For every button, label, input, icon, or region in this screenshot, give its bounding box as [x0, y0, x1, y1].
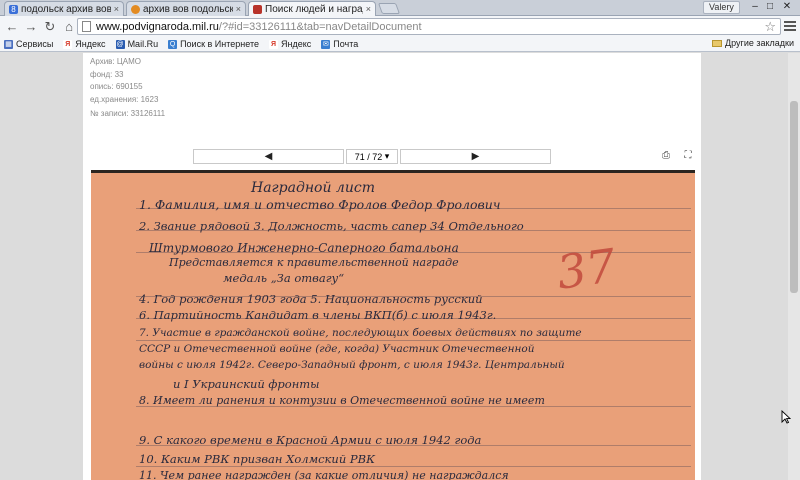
bookmark-search[interactable]: Q Поиск в Интернете — [168, 39, 259, 49]
bookmarks-bar: ▦ Сервисы Я Яндекс @ Mail.Ru Q Поиск в Интер… — [0, 37, 800, 52]
document-scan: Наградной лист 1. Фамилия, имя и отчеств… — [91, 170, 695, 480]
handwritten-line: 11. Чем ранее награжден (за какие отличи… — [139, 469, 509, 480]
handwritten-line: Представляется к правительственной награ… — [169, 256, 459, 269]
tab-2[interactable]: архив вов подольск — × — [126, 1, 246, 16]
handwritten-line: и I Украинский фронты — [173, 377, 320, 391]
record-number: № записи: 33126111 — [90, 109, 166, 118]
chevron-left-icon: ◀ — [264, 151, 273, 162]
minimize-icon[interactable]: – — [748, 1, 762, 14]
handwritten-line: Наградной лист — [251, 180, 375, 196]
handwritten-line: СССР и Отечественной войне (где, когда) … — [139, 343, 535, 355]
tab-close-icon[interactable]: × — [236, 4, 241, 14]
bookmark-mail[interactable]: ✉ Почта — [321, 39, 358, 49]
red-pencil-number: 37 — [553, 238, 620, 300]
page-viewport: Архив: ЦАМО фонд: 33 опись: 690155 ед.хр… — [0, 53, 800, 480]
handwritten-line: 8. Имеет ли ранения и контузии в Отечест… — [139, 394, 545, 407]
tab-title: Поиск людей и наград. — [265, 3, 363, 15]
chevron-right-icon: ▶ — [471, 151, 480, 162]
handwritten-line: 9. С какого времени в Красной Армии с ию… — [139, 433, 482, 447]
ruled-line — [136, 466, 691, 467]
reload-icon[interactable]: ↻ — [42, 19, 58, 35]
tab-title: архив вов подольск — — [143, 3, 233, 15]
mail-icon: @ — [115, 39, 125, 49]
print-icon[interactable]: ⎙ — [660, 150, 672, 162]
prev-page-button[interactable]: ◀ — [193, 149, 344, 164]
tab-favicon-icon: 8 — [9, 4, 18, 14]
folder-icon — [712, 39, 723, 47]
back-icon[interactable]: ← — [4, 19, 20, 35]
bookmark-services[interactable]: ▦ Сервисы — [4, 39, 53, 49]
handwritten-line: 2. Звание рядовой 3. Должность, часть са… — [139, 219, 524, 233]
address-bar[interactable]: www.podvignaroda.mil.ru/?#id=33126111&ta… — [77, 18, 781, 35]
apps-icon: ▦ — [4, 39, 13, 49]
mail-icon: ✉ — [321, 39, 331, 49]
tab-1[interactable]: 8 подольск архив вов - П × — [4, 1, 124, 16]
url-path: /?#id=33126111&tab=navDetailDocument — [218, 20, 422, 33]
tab-3-active[interactable]: Поиск людей и наград. × — [248, 1, 376, 16]
bookmark-mailru[interactable]: @ Mail.Ru — [115, 39, 158, 49]
mouse-cursor-icon — [781, 410, 791, 424]
menu-icon[interactable] — [784, 19, 796, 33]
caret-down-icon: ▾ — [384, 151, 390, 161]
browser-toolbar: ← → ↻ ⌂ www.podvignaroda.mil.ru/?#id=331… — [0, 16, 800, 37]
new-tab-button[interactable] — [377, 3, 401, 14]
bookmark-star-icon[interactable]: ☆ — [764, 19, 776, 35]
handwritten-line: войны с июля 1942г. Северо-Западный фрон… — [139, 359, 565, 371]
maximize-icon[interactable]: □ — [763, 1, 777, 14]
handwritten-line: 7. Участие в гражданской войне, последую… — [139, 327, 582, 339]
yandex-icon: Я — [268, 39, 278, 49]
handwritten-line: Штурмового Инженерно-Саперного батальона — [149, 241, 459, 255]
forward-icon[interactable]: → — [23, 19, 39, 35]
bookmark-yandex-2[interactable]: Я Яндекс — [268, 39, 311, 49]
tab-favicon-icon — [131, 4, 140, 14]
tab-close-icon[interactable]: × — [366, 4, 371, 14]
bookmark-yandex[interactable]: Я Яндекс — [63, 39, 106, 49]
tab-title: подольск архив вов - П — [21, 3, 111, 15]
close-window-icon[interactable]: ✕ — [778, 1, 796, 14]
handwritten-line: медаль „За отвагу“ — [223, 271, 345, 285]
other-bookmarks[interactable]: Другие закладки — [712, 38, 794, 48]
yandex-icon: Я — [63, 39, 73, 49]
page-select[interactable]: 71 / 72 ▾ — [346, 149, 398, 164]
next-page-button[interactable]: ▶ — [400, 149, 551, 164]
home-icon[interactable]: ⌂ — [61, 19, 77, 35]
archive-name: Архив: ЦАМО — [90, 57, 141, 66]
handwritten-line: 4. Год рождения 1903 года 5. Национально… — [139, 292, 483, 306]
archive-fond: фонд: 33 — [90, 69, 124, 79]
tab-close-icon[interactable]: × — [114, 4, 119, 14]
tab-strip: 8 подольск архив вов - П × архив вов под… — [0, 0, 800, 16]
handwritten-line: 10. Каким РВК призван Холмский РВК — [139, 452, 375, 466]
archive-unit: ед.хранения: 1623 — [90, 94, 159, 104]
user-badge[interactable]: Valery — [703, 1, 740, 14]
scan-edge — [91, 170, 695, 173]
document-panel: Архив: ЦАМО фонд: 33 опись: 690155 ед.хр… — [83, 53, 701, 480]
archive-opis: опись: 690155 — [90, 82, 143, 91]
fullscreen-icon[interactable]: ⛶ — [682, 150, 694, 162]
tab-favicon-icon — [253, 4, 262, 14]
url-host: www.podvignaroda.mil.ru — [96, 20, 219, 33]
search-icon: Q — [168, 39, 178, 49]
page-icon — [82, 21, 91, 32]
scrollbar-thumb[interactable] — [790, 101, 798, 293]
ruled-line — [136, 340, 691, 341]
handwritten-line: 6. Партийность Кандидат в члены ВКП(б) с… — [139, 308, 497, 322]
archive-meta: Архив: ЦАМО фонд: 33 опись: 690155 ед.хр… — [90, 56, 158, 106]
handwritten-line: 1. Фамилия, имя и отчество Фролов Федор … — [139, 197, 501, 212]
